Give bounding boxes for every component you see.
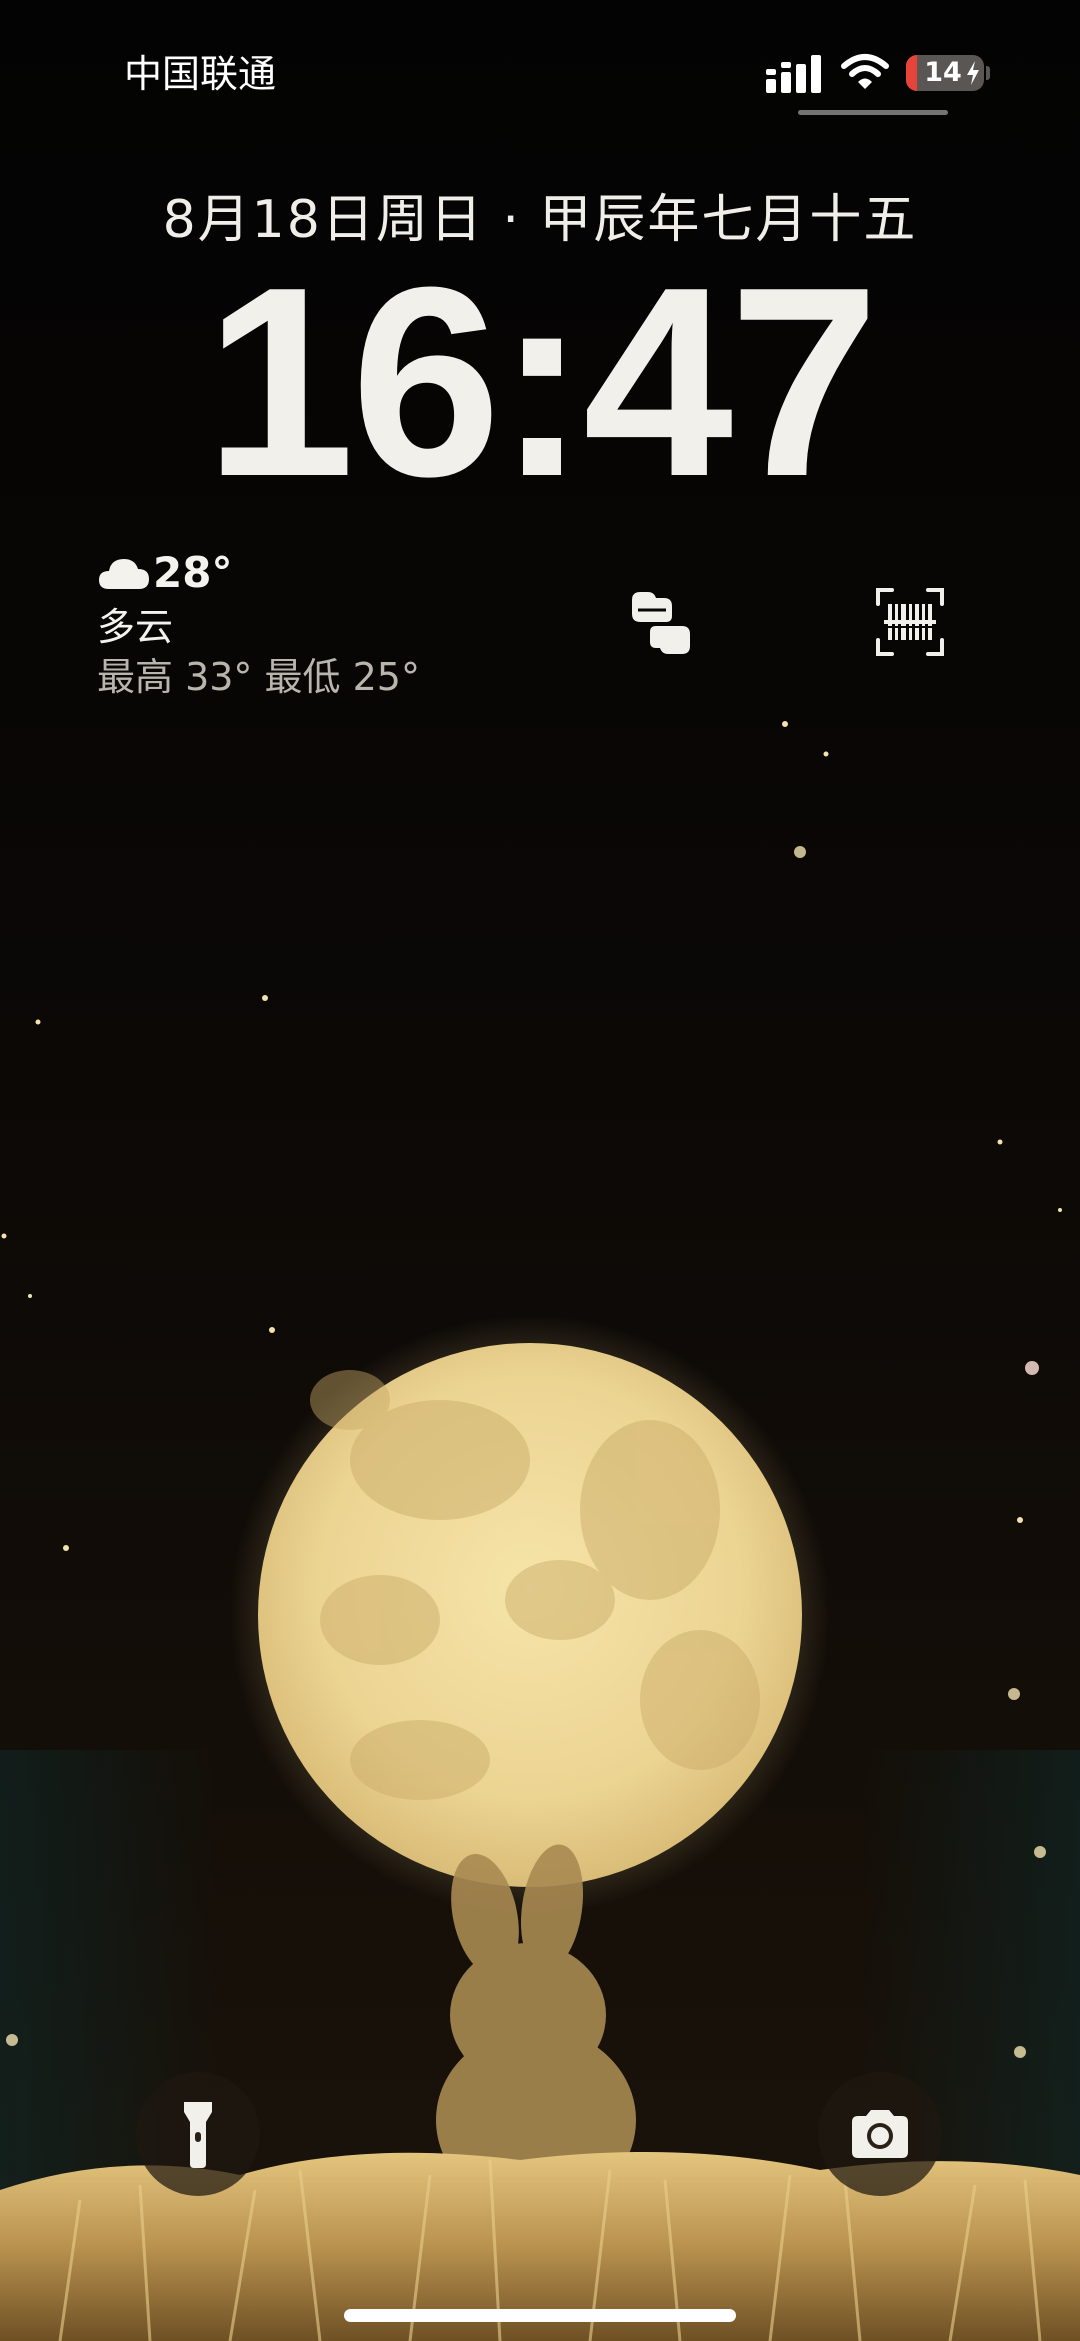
weather-condition: 多云: [97, 605, 174, 649]
control-center-indicator[interactable]: [798, 110, 948, 115]
carrier-name: 中国联通: [124, 52, 277, 96]
home-indicator[interactable]: [344, 2309, 736, 2322]
camera-button[interactable]: [818, 2072, 942, 2196]
signal-icon: [766, 55, 821, 93]
camera-icon: [852, 2110, 908, 2158]
transfer-icon[interactable]: [628, 586, 700, 658]
lock-screen-time: 16:47: [204, 232, 880, 533]
weather-current: 28°: [97, 548, 457, 598]
cloud-icon: [99, 559, 149, 589]
status-bar: 中国联通 14: [0, 0, 1080, 120]
flashlight-button[interactable]: [136, 2072, 260, 2196]
battery-indicator: 14: [906, 55, 984, 91]
weather-temperature: 28°: [153, 548, 233, 597]
battery-level: 14: [924, 57, 962, 88]
charging-bolt-icon: [967, 61, 979, 85]
battery-nub: [986, 66, 990, 80]
weather-high-low: 最高 33° 最低 25°: [97, 655, 420, 699]
weather-widget[interactable]: 28° 多云 最高 33° 最低 25°: [97, 548, 457, 702]
barcode-scan-icon[interactable]: [874, 586, 946, 658]
flashlight-icon: [184, 2102, 212, 2168]
wifi-icon: [841, 54, 889, 89]
